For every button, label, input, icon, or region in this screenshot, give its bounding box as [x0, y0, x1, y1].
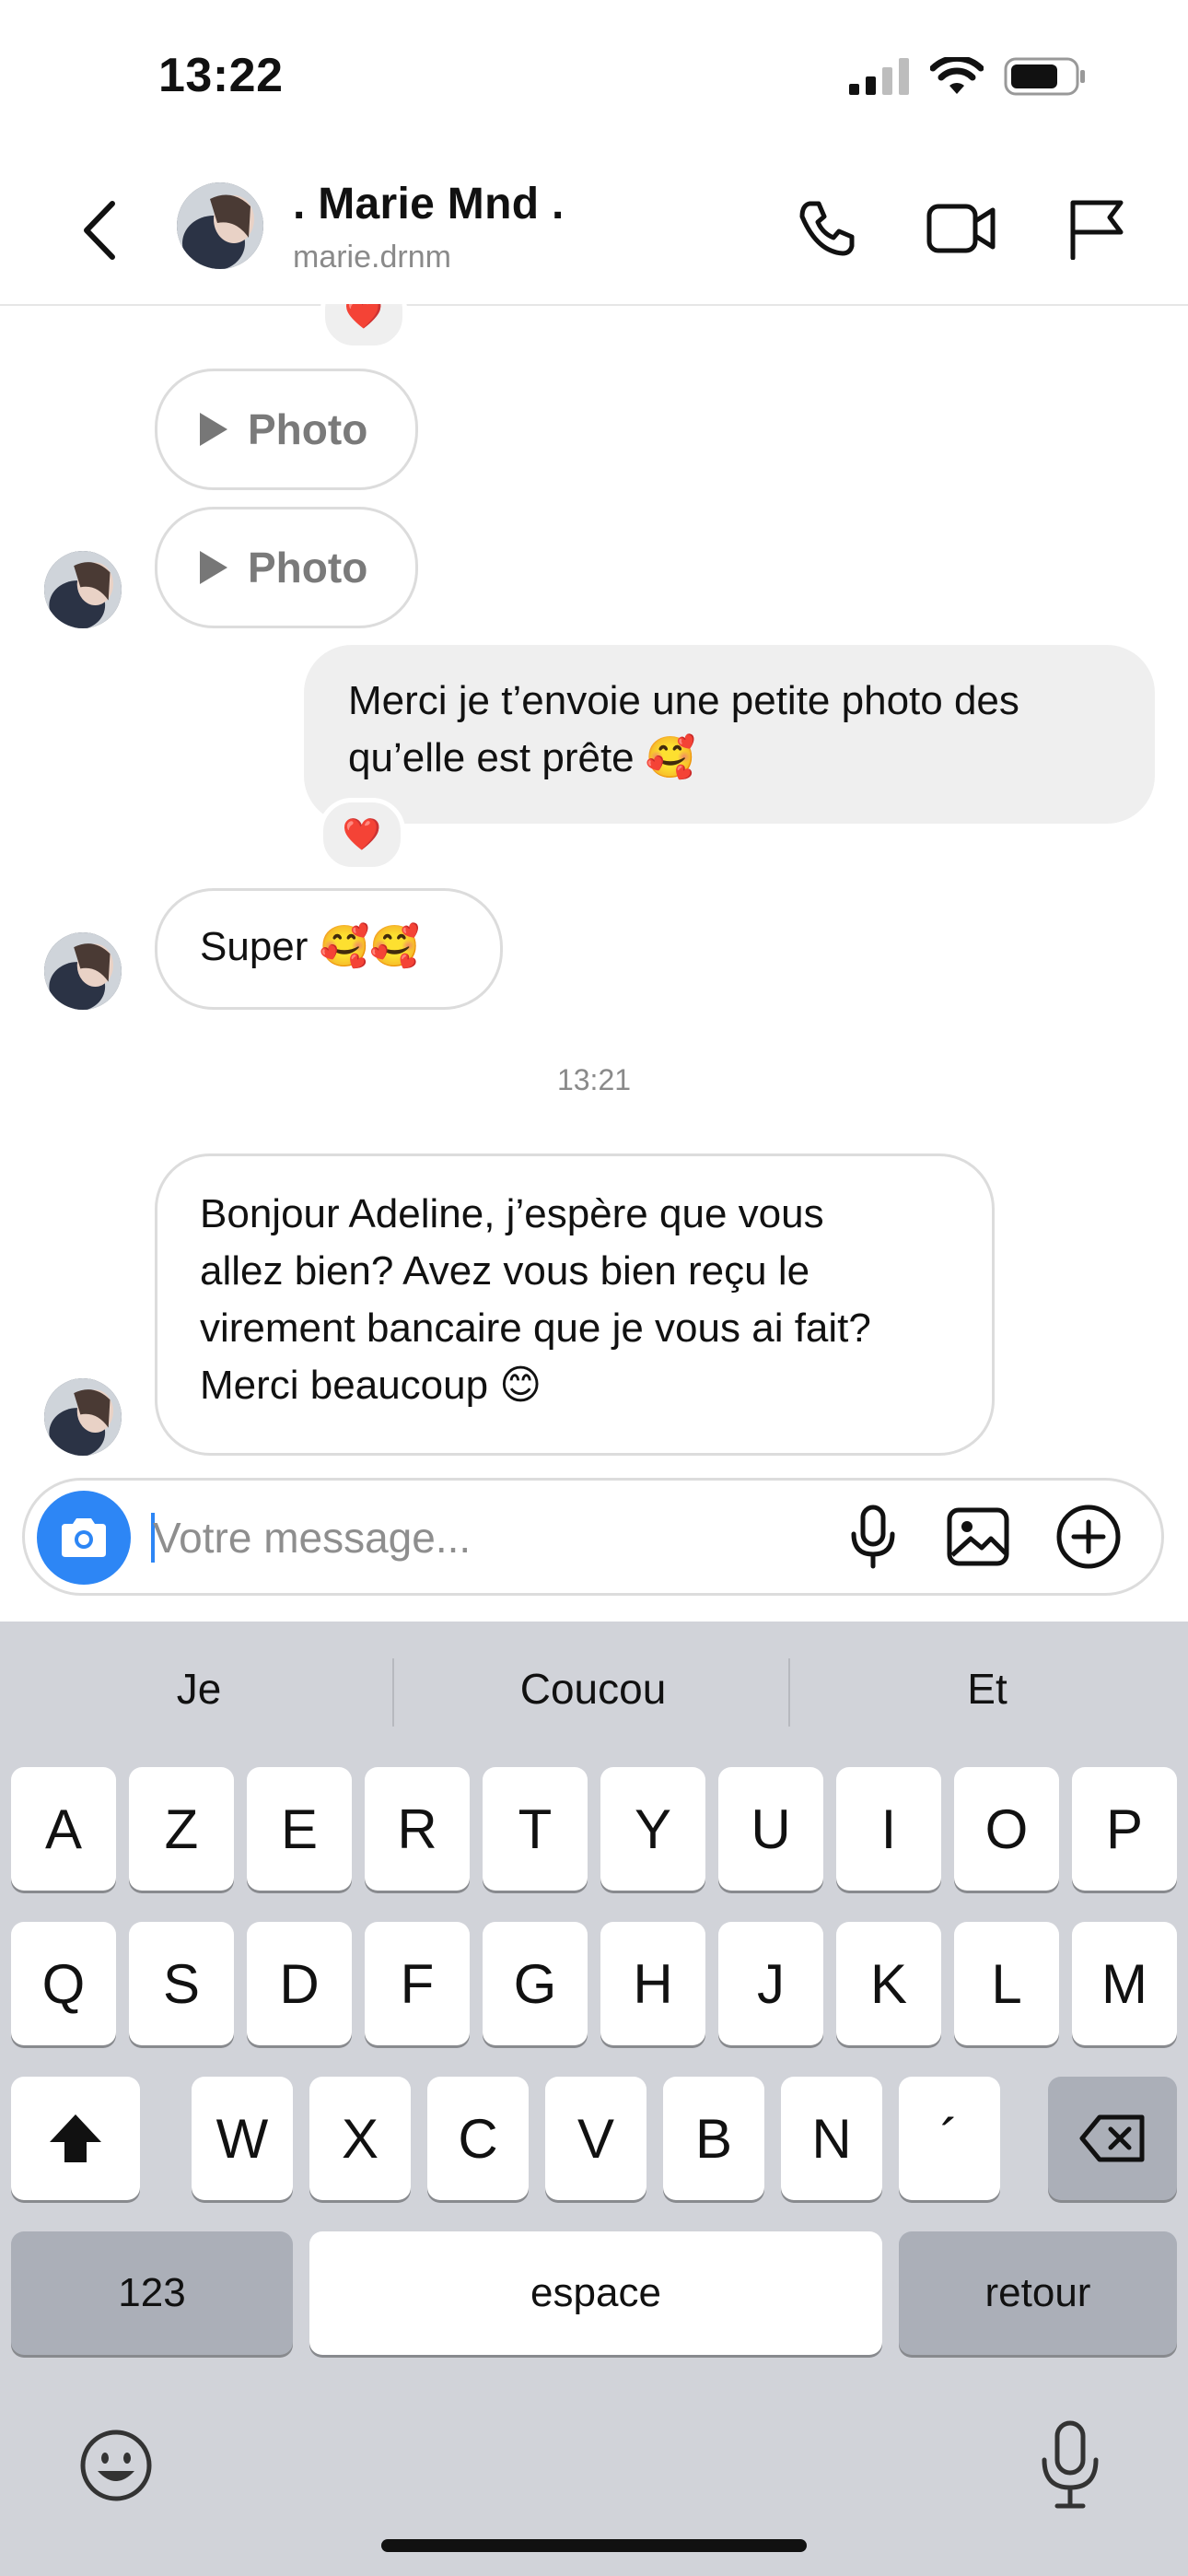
gallery-button[interactable]: [941, 1500, 1015, 1574]
status-time: 13:22: [158, 49, 284, 102]
video-call-button[interactable]: [926, 193, 996, 263]
photo-label: Photo: [248, 544, 368, 591]
voice-call-button[interactable]: [792, 193, 862, 263]
suggestion-3[interactable]: Et: [849, 1664, 1125, 1714]
message-input[interactable]: [153, 1507, 788, 1568]
key-e[interactable]: E: [247, 1767, 352, 1891]
voice-message-button[interactable]: [836, 1500, 910, 1574]
plus-circle-icon: [1056, 1505, 1121, 1569]
key-n[interactable]: N: [781, 2077, 882, 2200]
key-y[interactable]: Y: [600, 1767, 705, 1891]
report-button[interactable]: [1061, 193, 1131, 263]
key-h[interactable]: H: [600, 1922, 705, 2045]
emoji-keyboard-button[interactable]: [77, 2427, 155, 2504]
shift-key[interactable]: [11, 2077, 140, 2200]
chevron-left-icon: [84, 201, 115, 260]
camera-icon: [62, 1518, 106, 1557]
key-t[interactable]: T: [483, 1767, 588, 1891]
add-content-button[interactable]: [1052, 1500, 1125, 1574]
key-g[interactable]: G: [483, 1922, 588, 2045]
key-j[interactable]: J: [718, 1922, 823, 2045]
play-icon: [200, 551, 227, 584]
key-c[interactable]: C: [427, 2077, 529, 2200]
phone-icon: [799, 201, 855, 256]
back-button[interactable]: [72, 193, 127, 267]
wifi-icon: [930, 57, 984, 94]
sender-avatar[interactable]: [44, 551, 122, 628]
play-icon: [200, 413, 227, 446]
flag-icon: [1070, 200, 1124, 260]
sender-avatar[interactable]: [44, 932, 122, 1010]
key-i[interactable]: I: [836, 1767, 941, 1891]
outgoing-message[interactable]: Merci je t’envoie une petite photo des q…: [304, 645, 1155, 824]
key-z[interactable]: Z: [129, 1767, 234, 1891]
key-accent[interactable]: ´: [899, 2077, 1000, 2200]
key-u[interactable]: U: [718, 1767, 823, 1891]
suggestion-1[interactable]: Je: [61, 1664, 337, 1714]
cellular-signal-icon: [849, 58, 909, 95]
return-key[interactable]: retour: [899, 2231, 1177, 2355]
status-icons: [849, 57, 1087, 96]
space-key[interactable]: espace: [309, 2231, 882, 2355]
key-k[interactable]: K: [836, 1922, 941, 2045]
key-d[interactable]: D: [247, 1922, 352, 2045]
key-p[interactable]: P: [1072, 1767, 1177, 1891]
photo-label: Photo: [248, 405, 368, 453]
key-s[interactable]: S: [129, 1922, 234, 2045]
contact-name[interactable]: . Marie Mnd .: [293, 179, 565, 229]
message-text-line: virement bancaire que je vous ai fait?: [200, 1306, 871, 1351]
message-text-line: allez bien? Avez vous bien reçu le: [200, 1248, 810, 1294]
message-text-line: Bonjour Adeline, j’espère que vous: [200, 1191, 824, 1236]
contact-username[interactable]: marie.drnm: [293, 240, 451, 275]
image-icon: [947, 1507, 1009, 1566]
video-camera-icon: [926, 204, 996, 253]
shift-arrow-icon: [50, 2114, 101, 2162]
backspace-key[interactable]: [1048, 2077, 1177, 2200]
message-reaction[interactable]: ❤️: [319, 798, 405, 872]
camera-button[interactable]: [37, 1491, 131, 1585]
incoming-message[interactable]: Super 🥰🥰: [155, 888, 503, 1010]
sender-avatar[interactable]: [44, 1378, 122, 1456]
message-text: Super 🥰🥰: [200, 924, 421, 969]
numbers-key[interactable]: 123: [11, 2231, 293, 2355]
key-l[interactable]: L: [954, 1922, 1059, 2045]
key-q[interactable]: Q: [11, 1922, 116, 2045]
contact-avatar[interactable]: [177, 182, 263, 269]
key-w[interactable]: W: [192, 2077, 293, 2200]
heart-icon: ❤️: [342, 817, 382, 852]
key-f[interactable]: F: [365, 1922, 470, 2045]
message-timestamp: 13:21: [556, 1063, 632, 1096]
message-text-line: Merci je t’envoie une petite photo des: [348, 678, 1019, 723]
emoji-icon: [80, 2430, 152, 2501]
suggestion-2[interactable]: Coucou: [455, 1664, 731, 1714]
key-b[interactable]: B: [663, 2077, 764, 2200]
key-v[interactable]: V: [545, 2077, 646, 2200]
photo-message[interactable]: Photo: [155, 369, 418, 490]
key-m[interactable]: M: [1072, 1922, 1177, 2045]
suggestion-divider: [788, 1658, 790, 1727]
header-mask: [0, 276, 1188, 304]
key-r[interactable]: R: [365, 1767, 470, 1891]
message-text-line: qu’elle est prête 🥰: [348, 735, 696, 780]
microphone-icon: [1042, 2420, 1099, 2509]
message-text-line: Merci beaucoup 😊: [200, 1363, 542, 1408]
key-a[interactable]: A: [11, 1767, 116, 1891]
photo-message[interactable]: Photo: [155, 507, 418, 628]
dictation-button[interactable]: [1035, 2419, 1105, 2512]
home-indicator: [381, 2539, 807, 2552]
incoming-message[interactable]: Bonjour Adeline, j’espère que vous allez…: [155, 1153, 995, 1456]
delete-backward-icon: [1079, 2114, 1145, 2162]
key-o[interactable]: O: [954, 1767, 1059, 1891]
battery-icon: [1004, 57, 1085, 96]
suggestion-divider: [392, 1658, 394, 1727]
key-x[interactable]: X: [309, 2077, 411, 2200]
microphone-icon: [851, 1505, 895, 1569]
